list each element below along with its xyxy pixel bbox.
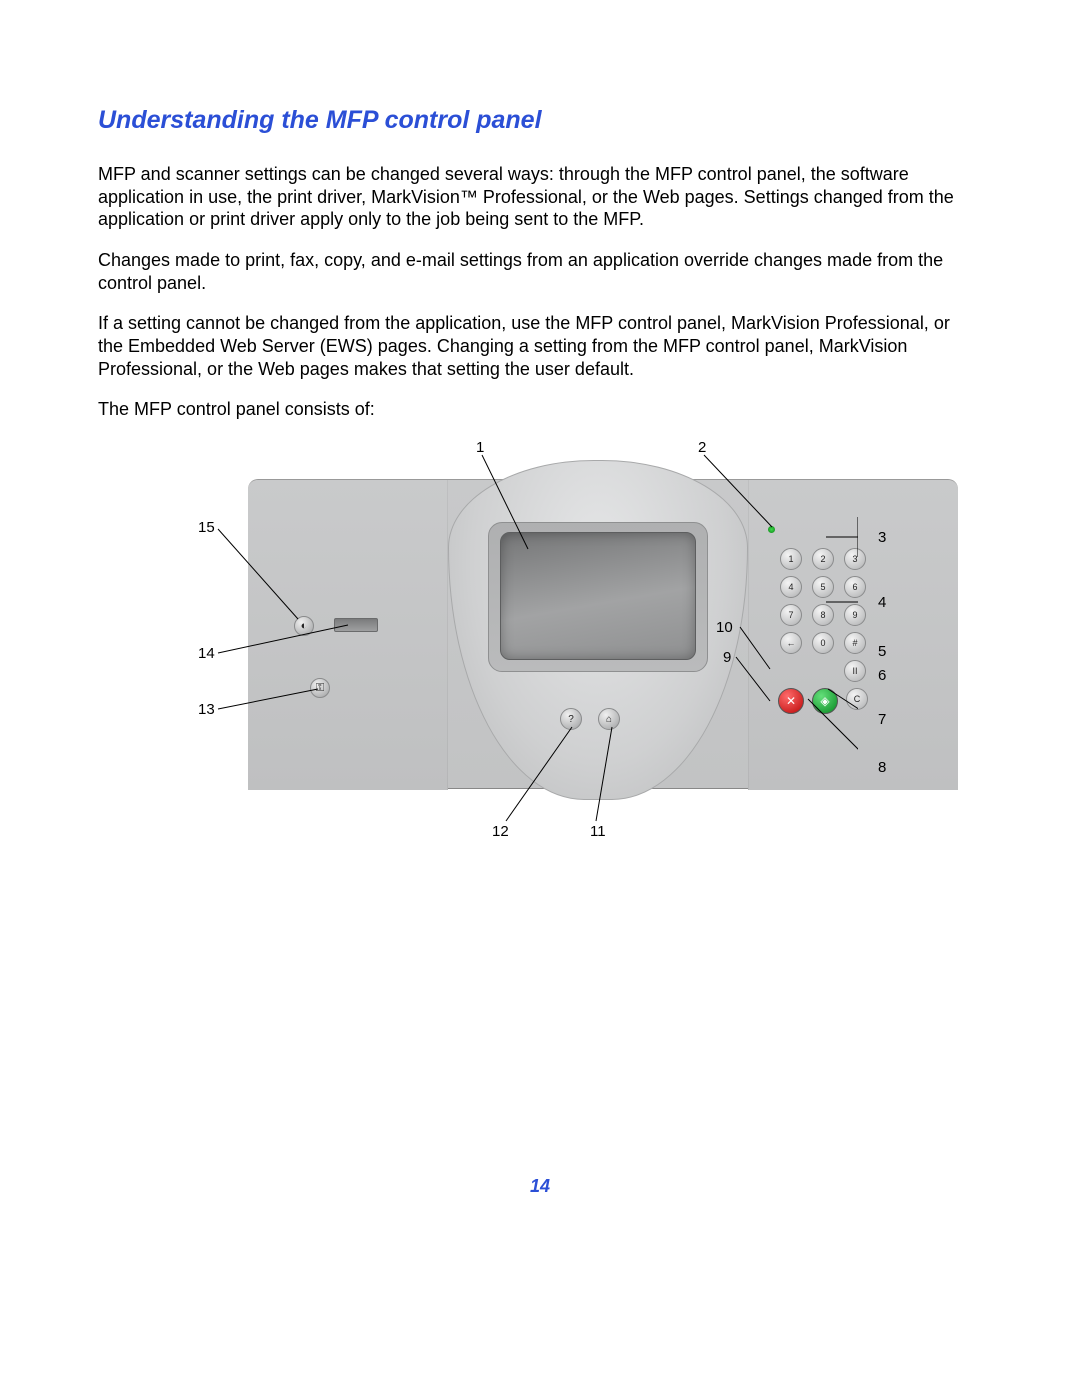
home-button: ⌂: [598, 708, 620, 730]
key-0: 0: [812, 632, 834, 654]
device-left-wing: [248, 480, 448, 790]
key-3: 3: [844, 548, 866, 570]
paragraph-2: Changes made to print, fax, copy, and e-…: [98, 249, 968, 294]
callout-6: 6: [878, 667, 886, 684]
callout-7: 7: [878, 711, 886, 728]
key-2: 2: [812, 548, 834, 570]
key-7: 7: [780, 604, 802, 626]
numeric-keypad: 1 2 3 4 5 6 7 8 9 ← 0 #: [768, 548, 878, 720]
callout-13: 13: [198, 701, 215, 718]
callout-8: 8: [878, 759, 886, 776]
callout-9: 9: [723, 649, 731, 666]
contrast-button: ◐: [294, 616, 314, 636]
callout-12: 12: [492, 823, 509, 840]
callout-5: 5: [878, 643, 886, 660]
callout-1: 1: [476, 439, 484, 456]
indicator-light: [768, 526, 775, 533]
key-pause: II: [844, 660, 866, 682]
callout-10: 10: [716, 619, 733, 636]
key-back: ←: [780, 632, 802, 654]
key-9: 9: [844, 604, 866, 626]
start-button: ◈: [812, 688, 838, 714]
control-panel-diagram: ◐ ⚿ 1 2 3 4 5 6 7 8 9: [158, 439, 858, 849]
callout-11: 11: [590, 823, 606, 840]
key-4: 4: [780, 576, 802, 598]
help-button: ?: [560, 708, 582, 730]
stop-button: ✕: [778, 688, 804, 714]
callout-14: 14: [198, 645, 215, 662]
paragraph-4: The MFP control panel consists of:: [98, 398, 968, 421]
key-5: 5: [812, 576, 834, 598]
key-clear: C: [846, 688, 868, 710]
usb-port: [334, 618, 378, 632]
key-hash: #: [844, 632, 866, 654]
key-8: 8: [812, 604, 834, 626]
callout-3: 3: [878, 529, 886, 546]
callout-4: 4: [878, 594, 886, 611]
section-heading: Understanding the MFP control panel: [98, 106, 968, 135]
key-1: 1: [780, 548, 802, 570]
paragraph-1: MFP and scanner settings can be changed …: [98, 163, 968, 231]
callout-15: 15: [198, 519, 215, 536]
lcd-screen: [500, 532, 696, 660]
device-body: ◐ ⚿ 1 2 3 4 5 6 7 8 9: [248, 479, 958, 789]
callout-2: 2: [698, 439, 706, 456]
paragraph-3: If a setting cannot be changed from the …: [98, 312, 968, 380]
page-number: 14: [0, 1176, 1080, 1197]
key-6: 6: [844, 576, 866, 598]
key-lock-button: ⚿: [310, 678, 330, 698]
